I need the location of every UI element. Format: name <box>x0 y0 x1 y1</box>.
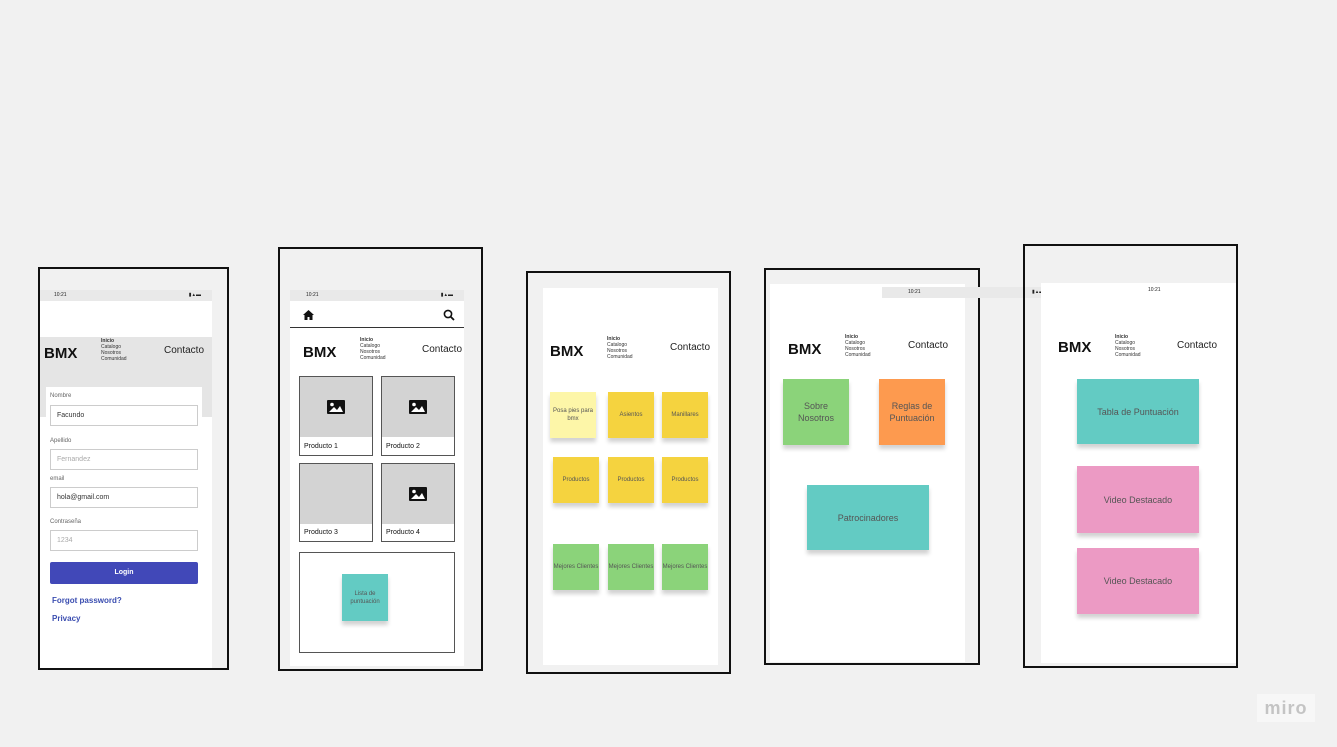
product-name: Producto 3 <box>304 529 338 536</box>
apellido-label: Apellido <box>50 438 72 444</box>
product-name: Producto 1 <box>304 443 338 450</box>
nav-contact[interactable]: Contacto <box>1177 340 1217 351</box>
nav-contact[interactable]: Contacto <box>908 340 948 351</box>
brand-logo: BMX <box>303 344 337 361</box>
search-icon[interactable] <box>443 309 455 321</box>
category-label: Productos <box>671 477 699 483</box>
image-icon <box>409 487 427 501</box>
product-card[interactable]: Producto 2 <box>381 376 455 456</box>
status-bar: 10:21 ▮▴▬ <box>290 290 464 301</box>
login-button[interactable]: Login <box>50 562 198 584</box>
brand-logo: BMX <box>1058 339 1092 356</box>
sponsors-label: Patrocinadores <box>837 512 899 523</box>
nav-contact[interactable]: Contacto <box>422 344 462 355</box>
login-screen: 10:21 ▮▴▬ BMX Inicio Catalogo Nosotros C… <box>40 290 212 668</box>
score-rules-label: Reglas de Puntuación <box>889 401 935 423</box>
product-card[interactable]: Producto 3 <box>299 463 373 542</box>
product-name: Producto 4 <box>386 529 420 536</box>
apellido-field[interactable]: Fernandez <box>50 449 198 470</box>
status-bar: 10:21 ▮▴▬ <box>40 290 212 301</box>
header-divider <box>290 327 464 328</box>
category-note-products[interactable]: Productos <box>608 457 654 503</box>
status-time: 10:21 <box>1148 287 1161 293</box>
product-image <box>382 377 454 437</box>
category-note-handlebars[interactable]: Manillares <box>662 392 708 438</box>
miro-watermark: miro <box>1257 694 1315 722</box>
email-field[interactable]: hola@gmail.com <box>50 487 198 508</box>
product-name: Producto 2 <box>386 443 420 450</box>
product-image <box>382 464 454 524</box>
privacy-link[interactable]: Privacy <box>52 614 80 623</box>
score-rules-note[interactable]: Reglas de Puntuación <box>879 379 945 445</box>
category-label: Productos <box>617 477 645 483</box>
category-label: Mejores Clientes <box>553 564 599 570</box>
catalog-screen: 10:21 ▮▴▬ BMX Inicio Catalogo Nosotros C… <box>290 290 464 666</box>
nav-item-comunidad[interactable]: Comunidad <box>607 354 633 360</box>
about-us-note[interactable]: Sobre Nosotros <box>783 379 849 445</box>
category-label: Productos <box>562 477 590 483</box>
nav-item-comunidad[interactable]: Comunidad <box>360 355 386 361</box>
nav-menu: Inicio Catalogo Nosotros Comunidad <box>101 338 127 362</box>
category-note-seats[interactable]: Asientos <box>608 392 654 438</box>
category-note-footrest[interactable]: Posa pies para bmx <box>550 392 596 438</box>
nav-contact[interactable]: Contacto <box>164 345 204 356</box>
category-note-best-clients[interactable]: Mejores Clientes <box>662 544 708 590</box>
nav-menu: Inicio Catalogo Nosotros Comunidad <box>360 337 386 361</box>
signal-wifi-battery-icon: ▮▴▬ <box>440 292 454 298</box>
category-note-best-clients[interactable]: Mejores Clientes <box>608 544 654 590</box>
product-image <box>300 377 372 437</box>
status-time: 10:21 <box>54 292 67 298</box>
nombre-label: Nombre <box>50 393 72 399</box>
product-card[interactable]: Producto 4 <box>381 463 455 542</box>
category-label: Posa pies para bmx <box>552 408 594 422</box>
featured-video-note[interactable]: Video Destacado <box>1077 548 1199 614</box>
nav-item-comunidad[interactable]: Comunidad <box>845 352 871 358</box>
nav-menu: Inicio Catalogo Nosotros Comunidad <box>845 334 871 358</box>
featured-video-note[interactable]: Video Destacado <box>1077 466 1199 533</box>
about-screen: BMX Inicio Catalogo Nosotros Comunidad C… <box>770 284 965 662</box>
image-icon <box>409 400 427 414</box>
password-field[interactable]: 1234 <box>50 530 198 551</box>
community-screen: 10:21 BMX Inicio Catalogo Nosotros Comun… <box>1041 283 1236 663</box>
score-list-note[interactable]: Lista de puntuación <box>342 574 388 621</box>
nav-menu: Inicio Catalogo Nosotros Comunidad <box>607 336 633 360</box>
category-label: Mejores Clientes <box>662 564 708 570</box>
featured-video-label: Video Destacado <box>1103 576 1173 586</box>
product-card[interactable]: Producto 1 <box>299 376 373 456</box>
category-label: Asientos <box>619 412 643 418</box>
status-time: 10:21 <box>306 292 319 298</box>
score-table-note[interactable]: Tabla de Puntuación <box>1077 379 1199 444</box>
form-card <box>46 387 202 667</box>
brand-logo: BMX <box>550 343 584 360</box>
signal-wifi-battery-icon: ▮▴▬ <box>188 292 202 298</box>
category-note-best-clients[interactable]: Mejores Clientes <box>553 544 599 590</box>
category-note-products[interactable]: Productos <box>662 457 708 503</box>
forgot-password-link[interactable]: Forgot password? <box>52 596 122 605</box>
brand-logo: BMX <box>788 341 822 358</box>
sponsors-note[interactable]: Patrocinadores <box>807 485 929 550</box>
password-label: Contraseña <box>50 519 82 525</box>
product-image <box>300 464 372 524</box>
nav-contact[interactable]: Contacto <box>670 342 710 353</box>
brand-logo: BMX <box>44 345 78 362</box>
nav-menu: Inicio Catalogo Nosotros Comunidad <box>1115 334 1141 358</box>
category-note-products[interactable]: Productos <box>553 457 599 503</box>
category-label: Manillares <box>671 412 699 418</box>
nav-item-comunidad[interactable]: Comunidad <box>1115 352 1141 358</box>
featured-video-label: Video Destacado <box>1103 494 1173 505</box>
nav-item-comunidad[interactable]: Comunidad <box>101 356 127 362</box>
about-us-label: Sobre Nosotros <box>797 401 834 423</box>
status-time: 10:21 <box>908 289 921 295</box>
nombre-field[interactable]: Facundo <box>50 405 198 426</box>
category-screen: BMX Inicio Catalogo Nosotros Comunidad C… <box>543 288 718 665</box>
home-icon[interactable] <box>303 310 314 320</box>
score-list-label: Lista de puntuación <box>350 590 380 605</box>
category-label: Mejores Clientes <box>608 564 654 570</box>
image-icon <box>327 400 345 414</box>
email-label: email <box>50 476 65 482</box>
score-table-label: Tabla de Puntuación <box>1097 406 1179 417</box>
